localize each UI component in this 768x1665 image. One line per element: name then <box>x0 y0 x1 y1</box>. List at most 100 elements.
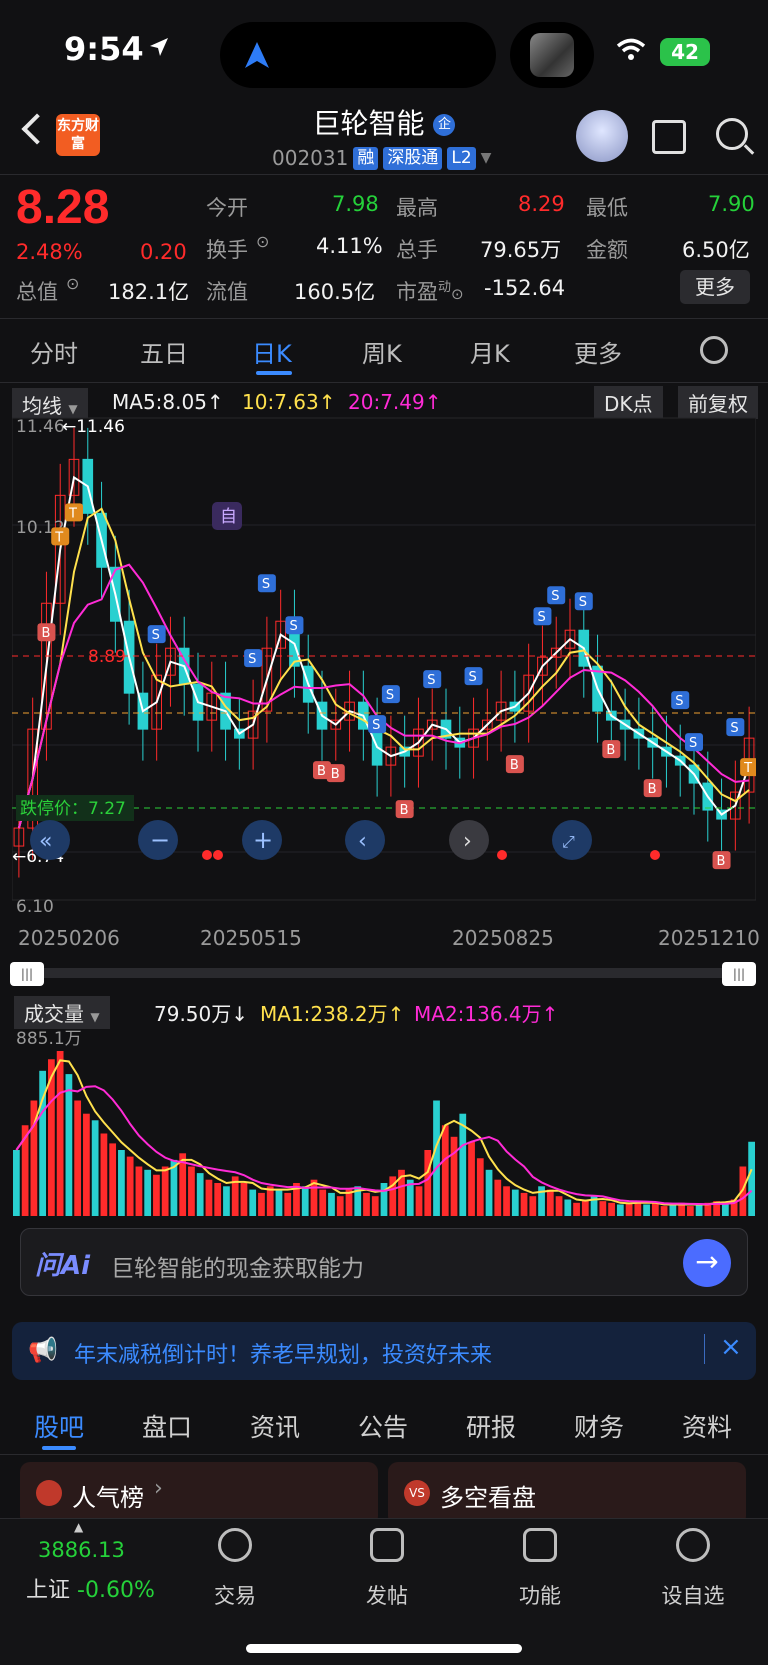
tab-finance[interactable]: 财务 <box>574 1408 624 1444</box>
tab-forum[interactable]: 股吧 <box>34 1408 84 1444</box>
tab-monthly-k[interactable]: 月K <box>470 334 510 369</box>
trade-yen-icon[interactable] <box>218 1528 252 1562</box>
range-slider-track[interactable] <box>12 968 756 978</box>
chevron-down-icon: ▼ <box>480 150 492 166</box>
trade-marker-letter: S <box>262 577 270 592</box>
trade-marker-letter: T <box>54 530 63 545</box>
tab-weekly-k[interactable]: 周K <box>362 334 402 369</box>
trade-marker-letter: S <box>152 628 160 643</box>
tab-announcements[interactable]: 公告 <box>358 1408 408 1444</box>
current-price: 8.28 <box>16 181 110 234</box>
quote-value-amount: 6.50亿 <box>682 238 750 262</box>
trade-marker-letter: B <box>648 782 657 797</box>
volume-bar <box>450 1136 458 1216</box>
tab-order-book[interactable]: 盘口 <box>142 1408 192 1444</box>
quote-value-low: 7.90 <box>708 192 755 216</box>
close-icon[interactable]: × <box>720 1332 742 1362</box>
tab-profile[interactable]: 资料 <box>682 1408 732 1444</box>
range-handle-right[interactable]: ||| <box>722 962 756 986</box>
volume-bar <box>546 1189 554 1216</box>
trade-marker-letter: S <box>689 736 697 751</box>
volume-bar <box>380 1183 388 1216</box>
notice-banner[interactable]: 📢 年末减税倒计时！养老早规划，投资好未来 × <box>12 1322 756 1380</box>
trade-marker-letter: S <box>386 688 394 703</box>
volume-bar <box>608 1202 615 1216</box>
quote-label-pe: 市盈动⊙ <box>396 280 464 304</box>
notice-text[interactable]: 年末减税倒计时！养老早规划，投资好未来 <box>74 1337 492 1369</box>
vs-icon: VS <box>404 1480 430 1506</box>
volume-max-label: 885.1万 <box>16 1029 82 1049</box>
tab-add-watchlist[interactable]: 设自选 <box>648 1580 738 1610</box>
search-icon[interactable] <box>716 118 748 150</box>
volume-bar <box>371 1196 379 1216</box>
volume-bar <box>126 1156 134 1216</box>
stock-code-row[interactable]: 002031 融 深股通 L2 ▼ <box>272 146 491 170</box>
settings-gear-icon[interactable] <box>700 336 728 364</box>
quote-value-turnover: 4.11% <box>316 234 383 258</box>
quote-label-market-cap: 总值 <box>16 280 58 304</box>
trade-marker-letter: S <box>372 718 380 733</box>
more-quote-button[interactable]: 更多 <box>680 270 750 304</box>
y-axis-top-label: 11.46 <box>16 417 65 437</box>
tab-five-day[interactable]: 五日 <box>140 334 188 369</box>
tab-research[interactable]: 研报 <box>466 1408 516 1444</box>
volume-ma2: MA2:136.4万↑ <box>414 1002 559 1026</box>
trade-marker-letter: B <box>606 743 615 758</box>
svg-text:‹: ‹ <box>358 829 367 854</box>
wifi-icon <box>616 38 646 62</box>
svg-text:⤢: ⤢ <box>562 832 575 851</box>
quote-label-amount: 金额 <box>586 238 628 262</box>
volume-bar <box>144 1169 152 1216</box>
volume-bar <box>468 1141 475 1216</box>
ai-question-text[interactable]: 巨轮智能的现金获取能力 <box>111 1249 364 1283</box>
edit-post-icon[interactable] <box>370 1528 404 1562</box>
share-icon[interactable] <box>652 120 686 154</box>
chart-bar-icon <box>36 1480 62 1506</box>
tab-more[interactable]: 更多 <box>574 334 622 369</box>
range-handle-left[interactable]: ||| <box>10 962 44 986</box>
tab-features[interactable]: 功能 <box>495 1580 585 1610</box>
volume-selector[interactable]: 成交量 ▼ <box>14 996 110 1029</box>
volume-ma1: MA1:238.2万↑ <box>260 1002 405 1026</box>
quote-label-open: 今开 <box>206 196 248 220</box>
volume-bar <box>118 1150 125 1216</box>
volume-bar <box>65 1074 73 1216</box>
tab-post[interactable]: 发帖 <box>342 1580 432 1610</box>
trade-marker-letter: B <box>717 854 726 869</box>
quote-value-high: 8.29 <box>518 192 565 216</box>
tab-trade[interactable]: 交易 <box>190 1580 280 1610</box>
volume-bar <box>529 1196 537 1216</box>
volume-bar <box>196 1173 204 1216</box>
tab-intraday[interactable]: 分时 <box>30 334 78 369</box>
info-icon[interactable]: ⊙ <box>66 274 79 293</box>
kline-chart[interactable]: 11.46 ←11.46 10.12 8.89 跌停价：7.27 ←6.74 6… <box>12 390 756 920</box>
volume-chart[interactable]: 885.1万 <box>12 1026 756 1216</box>
tab-news[interactable]: 资讯 <box>250 1408 300 1444</box>
volume-bar <box>91 1120 99 1216</box>
volume-bar <box>214 1183 222 1216</box>
volume-bar <box>476 1158 484 1216</box>
grid-apps-icon[interactable] <box>523 1528 557 1562</box>
change-amount: 0.20 <box>140 240 187 264</box>
info-icon: ⊙ <box>451 285 464 303</box>
trade-marker-letter: B <box>510 758 519 773</box>
volume-bar <box>573 1202 580 1216</box>
volume-bar <box>695 1204 703 1216</box>
volume-bar <box>669 1204 677 1216</box>
svg-text:−: − <box>150 826 170 854</box>
enterprise-badge: 企 <box>433 114 456 136</box>
ai-submit-arrow-icon[interactable]: → <box>683 1239 731 1287</box>
info-icon[interactable]: ⊙ <box>256 232 269 251</box>
tab-daily-k[interactable]: 日K <box>252 334 292 369</box>
volume-bar <box>205 1179 213 1216</box>
popularity-card[interactable]: 人气榜 › <box>20 1462 378 1526</box>
volume-bar <box>301 1186 309 1216</box>
trade-marker-letter: B <box>400 803 409 818</box>
index-change[interactable]: 上证 -0.60% <box>26 1572 155 1604</box>
long-short-card[interactable]: VS 多空看盘 <box>388 1462 746 1526</box>
ai-question-bar[interactable]: 问Ai 巨轮智能的现金获取能力 → <box>20 1228 748 1296</box>
more-dots-icon[interactable] <box>676 1528 710 1562</box>
volume-bar <box>651 1202 659 1216</box>
assistant-robot-icon[interactable] <box>576 110 628 162</box>
index-value[interactable]: 3886.13 <box>38 1538 125 1562</box>
